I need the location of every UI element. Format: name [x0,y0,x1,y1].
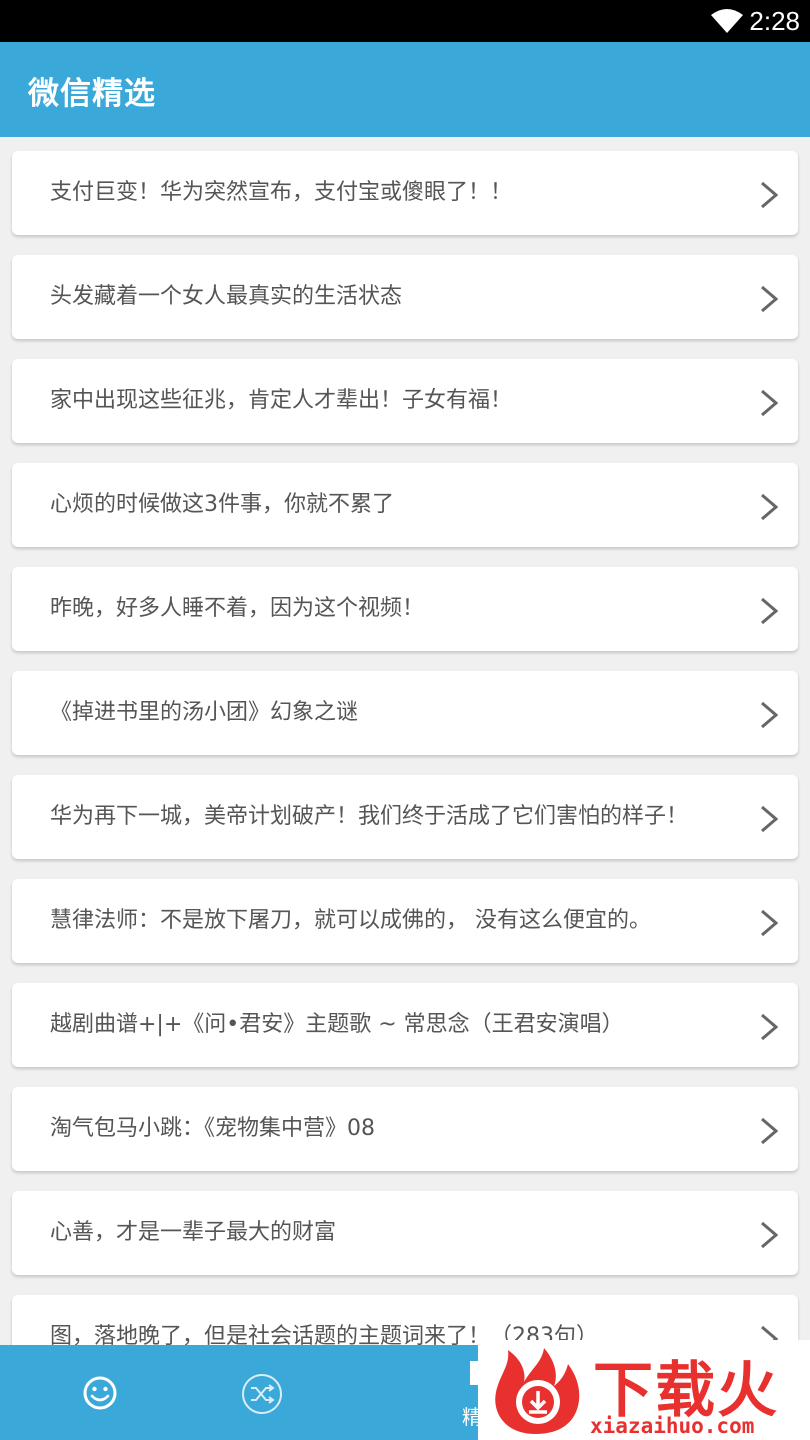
fire-logo-icon [495,1348,580,1434]
article-title: 心烦的时候做这3件事，你就不累了 [50,492,394,517]
article-card[interactable]: 支付巨变！华为突然宣布，支付宝或傻眼了！！ [12,151,798,235]
article-card[interactable]: 慧律法师：不是放下屠刀，就可以成佛的， 没有这么便宜的。 [12,879,798,963]
article-card[interactable]: 淘气包马小跳：《宠物集中营》08 [12,1087,798,1171]
article-list[interactable]: 支付巨变！华为突然宣布，支付宝或傻眼了！！ 头发藏着一个女人最真实的生活状态 家… [0,137,810,1345]
chevron-right-icon [761,805,779,833]
chevron-right-icon [761,285,779,313]
article-title: 《掉进书里的汤小团》幻象之谜 [50,700,359,725]
wifi-icon [711,9,743,33]
shuffle-icon [242,1374,282,1414]
article-title: 越剧曲谱+|+《问•君安》主题歌 ~ 常思念（王君安演唱） [50,1012,624,1037]
chevron-right-icon [761,1013,779,1041]
page-title: 微信精选 [28,76,156,112]
article-card[interactable]: 昨晚，好多人睡不着，因为这个视频！ [12,567,798,651]
chevron-right-icon [761,1221,779,1249]
article-card[interactable]: 心善，才是一辈子最大的财富 [12,1191,798,1275]
article-card[interactable]: 华为再下一城，美帝计划破产！我们终于活成了它们害怕的样子！ [12,775,798,859]
article-title: 支付巨变！华为突然宣布，支付宝或傻眼了！！ [50,180,513,205]
article-card[interactable]: 头发藏着一个女人最真实的生活状态 [12,255,798,339]
article-title: 淘气包马小跳：《宠物集中营》08 [50,1116,375,1141]
chevron-right-icon [761,597,779,625]
chevron-right-icon [761,701,779,729]
nav-item-shuffle[interactable] [222,1345,302,1440]
chevron-right-icon [761,181,779,209]
article-card[interactable]: 《掉进书里的汤小团》幻象之谜 [12,671,798,755]
chevron-right-icon [761,493,779,521]
nav-item-smiley[interactable] [60,1345,140,1440]
status-time: 2:28 [749,6,800,36]
article-card[interactable]: 心烦的时候做这3件事，你就不累了 [12,463,798,547]
chevron-right-icon [761,389,779,417]
article-title: 图，落地晚了，但是社会话题的主题词来了！（283句） [50,1324,598,1345]
chevron-right-icon [761,909,779,937]
smiley-icon [83,1376,117,1410]
chevron-right-icon [761,1117,779,1145]
article-card[interactable]: 家中出现这些征兆，肯定人才辈出！子女有福！ [12,359,798,443]
article-title: 家中出现这些征兆，肯定人才辈出！子女有福！ [50,388,513,413]
article-title: 昨晚，好多人睡不着，因为这个视频！ [50,596,425,621]
article-card[interactable]: 图，落地晚了，但是社会话题的主题词来了！（283句） [12,1295,798,1345]
app-bar: 微信精选 [0,42,810,137]
watermark-url: xiazaihuo.com [590,1414,755,1438]
article-card[interactable]: 越剧曲谱+|+《问•君安》主题歌 ~ 常思念（王君安演唱） [12,983,798,1067]
article-title: 慧律法师：不是放下屠刀，就可以成佛的， 没有这么便宜的。 [50,908,651,933]
watermark: 下载火 xiazaihuo.com [478,1340,810,1440]
article-title: 头发藏着一个女人最真实的生活状态 [50,284,403,309]
status-bar: 2:28 [0,0,810,42]
article-title: 华为再下一城，美帝计划破产！我们终于活成了它们害怕的样子！ [50,804,689,829]
article-title: 心善，才是一辈子最大的财富 [50,1220,337,1245]
